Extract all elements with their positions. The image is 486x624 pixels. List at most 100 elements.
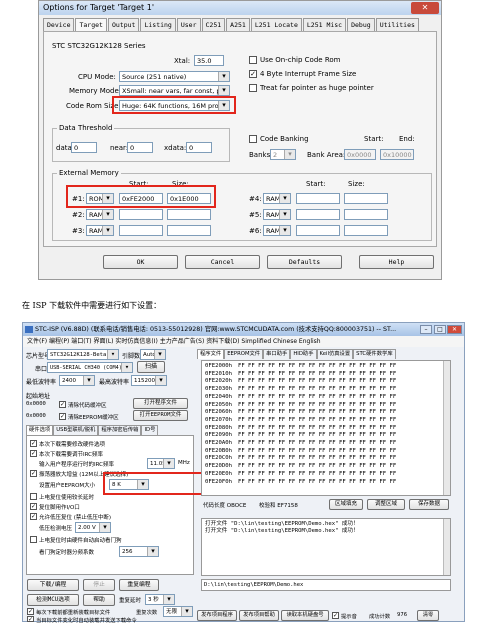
port-select[interactable]: USB-SERIAL CH340 (COM4) [47,362,133,373]
scan-button[interactable]: 扫描 [137,361,165,373]
tab-device[interactable]: Device [43,18,75,31]
hw-opt-wdt-checkbox[interactable] [30,536,37,543]
tab-id[interactable]: ID号 [141,425,159,435]
tab-serial-helper[interactable]: 串口助手 [263,349,291,359]
treat-far-checkbox[interactable] [249,84,257,92]
tab-l251-locate[interactable]: L251 Locate [250,18,302,31]
tab-hardware-options[interactable]: 硬件选项 [26,425,54,435]
tab-eeprom-file[interactable]: EEPROM文件 [224,349,264,359]
mem-3-start[interactable] [119,225,163,236]
reload-checkbox[interactable]: ✓ [27,608,34,615]
close-icon[interactable]: ✕ [447,325,462,334]
mem-3-type[interactable]: RAM [86,225,114,236]
bank-end-input[interactable]: 0x10000 [380,149,414,160]
hw-opt-delay-checkbox[interactable] [30,493,37,500]
hw-opt-lvr-label: 允许低压复位 (禁止低压中断) [39,515,112,521]
hw-opt-lvr-checkbox[interactable]: ✓ [30,513,37,520]
reprogram-button[interactable]: 重复编程 [119,579,159,591]
lvd-select[interactable]: 2.00 V [75,522,111,533]
tab-c251[interactable]: C251 [201,18,226,31]
tab-output[interactable]: Output [107,18,140,31]
auto-checkbox[interactable]: ✓ [27,616,34,623]
hex-view[interactable]: 0FE2000h FF FF FF FF FF FF FF FF FF FF FF… [201,360,451,496]
open-program-button[interactable]: 打开程序文件 [133,398,188,409]
clear-code-checkbox[interactable]: ✓ [59,401,66,408]
repeat-delay-select[interactable]: 3 秒 [145,594,175,605]
defaults-button[interactable]: Defaults [267,255,342,269]
log-scrollbar[interactable] [443,519,450,575]
tab-keil-sim[interactable]: Keil仿真设置 [316,349,354,359]
beep-checkbox[interactable]: ✓ [332,612,339,619]
xdata-input[interactable]: 0 [186,142,212,153]
fill-area-button[interactable]: 区域填充 [329,499,363,510]
hw-opt-irc-checkbox[interactable]: ✓ [30,450,37,457]
tab-encrypt[interactable]: 程序加密后传输 [98,425,142,435]
tab-l251-misc[interactable]: L251 Misc [302,18,347,31]
tab-program-file[interactable]: 程序文件 [197,349,225,359]
chip-select[interactable]: STC32G12K128-Beta [47,349,119,360]
xtal-input[interactable]: 35.0 [194,55,224,66]
cpu-mode-select[interactable]: Source (251 native) [119,71,230,82]
hw-opt-modify-checkbox[interactable]: ✓ [30,440,37,447]
tab-target[interactable]: Target [75,18,107,32]
bank-start-input[interactable]: 0x0000 [344,149,376,160]
detect-mcu-button[interactable]: 检测MCU选项 [27,594,79,606]
data-input[interactable]: 0 [71,142,97,153]
code-banking-checkbox[interactable] [249,135,257,143]
cancel-button[interactable]: Cancel [185,255,260,269]
interrupt-frame-checkbox[interactable]: ✓ [249,70,257,78]
mem-6-size[interactable] [344,225,388,236]
tab-user[interactable]: User [176,18,201,31]
hex-scrollbar[interactable] [443,361,450,495]
mem-3-size[interactable] [167,225,211,236]
minimize-icon[interactable]: – [420,325,432,334]
mem-5-start[interactable] [296,209,340,220]
min-baud-select[interactable]: 2400 [59,375,95,386]
tab-utilities[interactable]: Utilities [375,18,419,31]
tab-usb-offline[interactable]: USB型联机/脱机 [53,425,99,435]
tab-stc-math[interactable]: STC硬件数学库 [353,349,396,359]
mem-4-size[interactable] [344,193,388,204]
mem-4-type[interactable]: RAM [263,193,291,204]
adjust-area-button[interactable]: 调整区域 [367,499,405,510]
publish-program-button[interactable]: 发布项目程序 [197,610,237,621]
download-button[interactable]: 下载/编程 [27,579,79,591]
wdt-div-select[interactable]: 256 [119,546,159,557]
repeat-count-select[interactable]: 无限 [163,606,193,617]
clear-count-button[interactable]: 清零 [417,610,439,621]
tab-debug[interactable]: Debug [347,18,375,31]
tab-hid-helper[interactable]: HID助手 [290,349,317,359]
ok-button[interactable]: OK [103,255,178,269]
mem-2-type[interactable]: RAM [86,209,114,220]
maximize-icon[interactable]: □ [434,325,446,334]
save-data-button[interactable]: 保存数据 [409,499,449,510]
wdt-div-label: 看门狗定时器分频系数 [39,550,95,556]
near-input[interactable]: 0 [127,142,153,153]
mem-6-start[interactable] [296,225,340,236]
mem-5-size[interactable] [344,209,388,220]
stop-button[interactable]: 停止 [83,579,115,591]
pins-select[interactable]: Auto [140,349,166,360]
memory-model-select[interactable]: XSmall: near vars, far const, ptr-4 [119,85,230,96]
close-button[interactable]: ✕ [411,2,439,14]
tab-a251[interactable]: A251 [226,18,250,31]
menu-bar[interactable]: 文件(F) 编程(P) 端口(T) 界面(L) 实时仿真信息(I) 主力产品广告… [23,336,464,347]
publish-help-button[interactable]: 发布项目帮助 [239,610,279,621]
mem-2-size[interactable] [167,209,211,220]
hw-opt-reset-io-checkbox[interactable]: ✓ [30,503,37,510]
banks-select[interactable]: 2 [270,149,296,160]
max-baud-select[interactable]: 115200 [131,375,167,386]
hw-opt-gain-checkbox[interactable]: ✓ [30,470,37,477]
mem-6-type[interactable]: RAM [263,225,291,236]
mem-5-type[interactable]: RAM [263,209,291,220]
read-serial-button[interactable]: 读取本机硬盘号 [281,610,329,621]
mem-4-start[interactable] [296,193,340,204]
tab-listing[interactable]: Listing [140,18,176,31]
isp-help-button[interactable]: 帮助 [83,594,115,606]
clear-eeprom-checkbox[interactable]: ✓ [59,413,66,420]
open-eeprom-button[interactable]: 打开EEPROM文件 [133,410,188,421]
irc-freq-select[interactable]: 11.0592 [147,458,175,469]
mem-2-start[interactable] [119,209,163,220]
onchip-rom-checkbox[interactable] [249,56,257,64]
help-button[interactable]: Help [359,255,434,269]
